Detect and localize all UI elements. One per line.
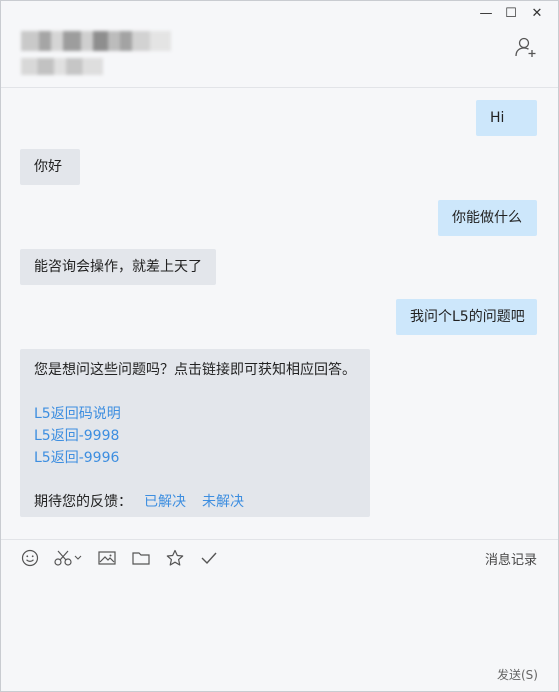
bot-suggestion-bubble: 您是想问这些问题吗？点击链接即可获知相应回答。 L5返回码说明 L5返回-999… bbox=[20, 349, 370, 517]
send-button[interactable]: 发送(S) bbox=[497, 666, 538, 683]
bot-message-bubble: 你好 bbox=[20, 149, 80, 185]
composer-divider bbox=[1, 539, 558, 540]
minimize-button[interactable]: — bbox=[475, 5, 497, 23]
my-message-bubble: 你能做什么 bbox=[438, 200, 537, 236]
unresolved-link[interactable]: 未解决 bbox=[202, 494, 244, 510]
star-icon[interactable] bbox=[165, 549, 185, 567]
message-list[interactable]: Hi 你好 你能做什么 能咨询会操作，就差上天了 我问个L5的问题吧 您是想问这… bbox=[1, 88, 558, 538]
faq-link[interactable]: L5返回码说明 bbox=[34, 403, 356, 425]
contact-subtitle-redacted bbox=[21, 58, 103, 75]
folder-icon[interactable] bbox=[131, 549, 151, 567]
message-text: Hi bbox=[490, 110, 505, 126]
resolved-link[interactable]: 已解决 bbox=[144, 494, 186, 510]
faq-link[interactable]: L5返回-9998 bbox=[34, 425, 356, 447]
close-button[interactable]: ✕ bbox=[526, 5, 548, 23]
bot-message-bubble: 能咨询会操作，就差上天了 bbox=[20, 249, 216, 285]
emoji-icon[interactable] bbox=[20, 549, 40, 567]
message-text: 能咨询会操作，就差上天了 bbox=[34, 259, 202, 275]
faq-link[interactable]: L5返回-9996 bbox=[34, 447, 356, 469]
message-history-button[interactable]: 消息记录 bbox=[485, 549, 537, 568]
contact-name-redacted bbox=[21, 31, 171, 51]
add-user-icon[interactable] bbox=[514, 36, 538, 58]
message-text: 你好 bbox=[34, 159, 62, 175]
chat-header: — ☐ ✕ bbox=[1, 1, 558, 88]
feedback-row: 期待您的反馈： 已解决 未解决 bbox=[34, 491, 356, 513]
message-input[interactable] bbox=[1, 576, 558, 661]
message-text: 你能做什么 bbox=[452, 210, 522, 226]
screenshot-scissors-icon[interactable] bbox=[53, 549, 85, 567]
composer-toolbar: 消息记录 bbox=[1, 541, 558, 575]
check-icon[interactable] bbox=[199, 549, 219, 567]
message-text: 我问个L5的问题吧 bbox=[410, 309, 525, 325]
my-message-bubble: 我问个L5的问题吧 bbox=[396, 299, 537, 335]
feedback-label: 期待您的反馈： bbox=[34, 494, 132, 510]
suggestion-intro: 您是想问这些问题吗？点击链接即可获知相应回答。 bbox=[34, 362, 356, 378]
chat-window: — ☐ ✕ Hi 你好 你能做什么 能咨询会操作，就差上天了 我问个L5的问题吧… bbox=[0, 0, 559, 692]
maximize-button[interactable]: ☐ bbox=[500, 5, 522, 23]
image-icon[interactable] bbox=[97, 549, 117, 567]
my-message-bubble: Hi bbox=[476, 100, 537, 136]
